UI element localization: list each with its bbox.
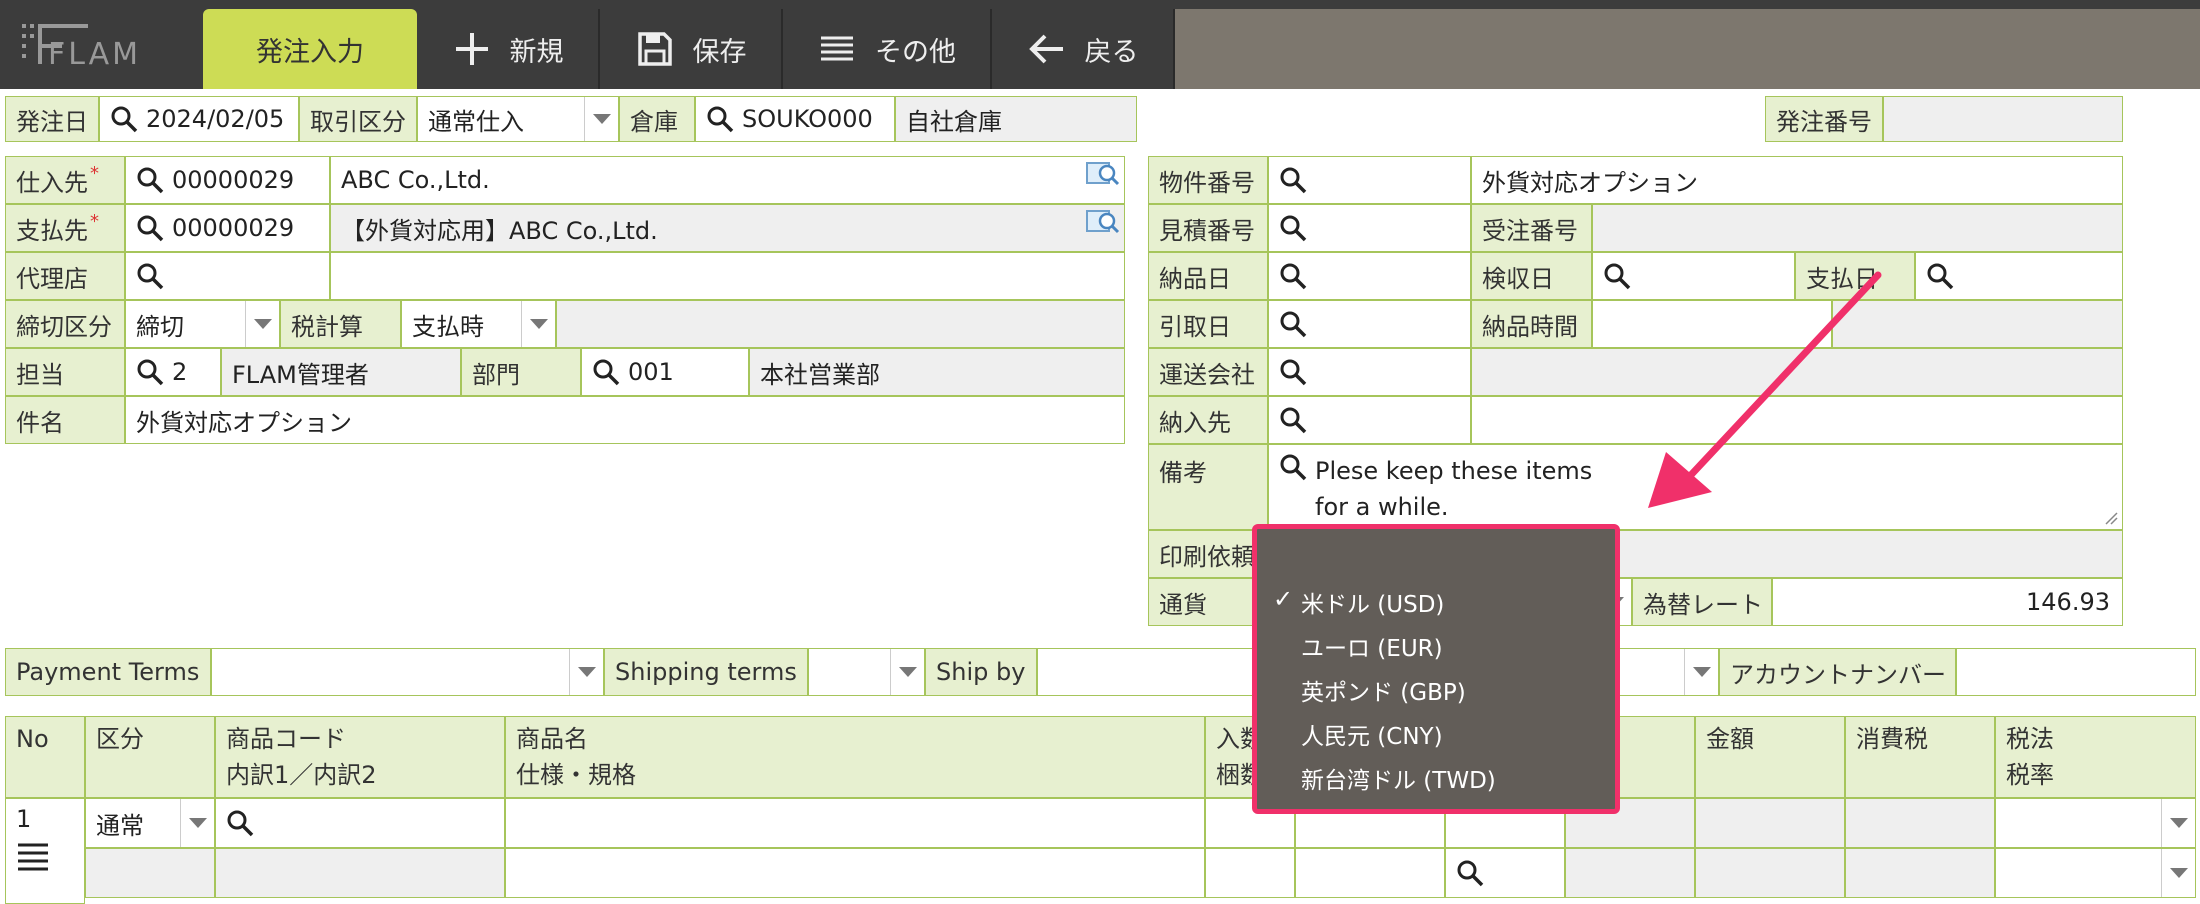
- annotation-arrow: [1648, 271, 1882, 508]
